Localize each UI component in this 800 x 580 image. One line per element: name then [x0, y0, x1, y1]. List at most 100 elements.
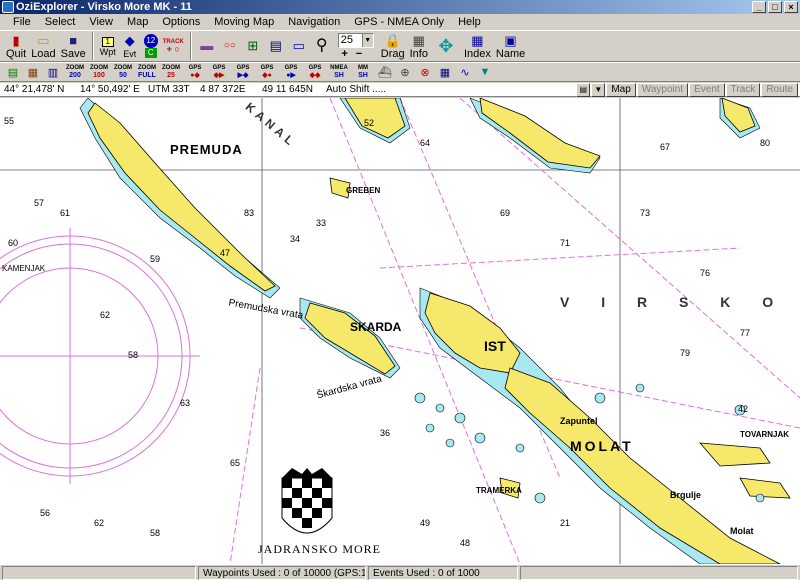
zoom-control: 25 ▼ +−: [337, 32, 374, 60]
menu-help[interactable]: Help: [451, 14, 488, 30]
magnifier-icon: ⚲: [315, 37, 328, 54]
zoom-25-button[interactable]: ZOOM 25: [160, 63, 182, 81]
menu-map[interactable]: Map: [120, 14, 155, 30]
load-button[interactable]: ▭ Load: [29, 31, 57, 61]
label-zapuntel: Zapuntel: [560, 416, 598, 426]
save-button[interactable]: ■ Save: [59, 31, 88, 61]
map-icon[interactable]: ▤: [4, 63, 22, 81]
latitude-readout: 44° 21,478' N: [4, 84, 65, 95]
name-button[interactable]: ▣ Name: [494, 31, 527, 61]
label-skarda: SKARDA: [350, 320, 402, 334]
depth-label: 69: [500, 208, 511, 218]
depth-label: 58: [128, 350, 139, 360]
depth-label: 76: [700, 268, 711, 278]
event-button[interactable]: ◆ Evt: [119, 31, 141, 61]
depth-label: 58: [150, 528, 161, 538]
track-number-icon: 12: [143, 34, 158, 48]
map-grid-icon[interactable]: ▦: [24, 63, 42, 81]
waypoint-button[interactable]: 1 Wpt: [98, 31, 118, 61]
separator: [189, 32, 192, 60]
depth-label: 59: [150, 254, 161, 264]
waypoints-used: Waypoints Used : 0 of 10000 (GPS:1000): [198, 566, 366, 580]
title-bar: OziExplorer - Virsko More MK - 11 _ □ ×: [0, 0, 800, 14]
zoom-50-button[interactable]: ZOOM 50: [112, 63, 134, 81]
separator: [91, 32, 94, 60]
close-button[interactable]: ×: [784, 1, 798, 13]
pan-button[interactable]: ✥: [431, 31, 461, 61]
island-premuda: [87, 102, 276, 292]
index-icon: ▦: [471, 32, 484, 48]
depth-label: 36: [380, 428, 391, 438]
depth-label: 47: [220, 248, 231, 258]
quit-button[interactable]: ▮ Quit: [4, 31, 28, 61]
island-ist: [424, 292, 521, 374]
line-button[interactable]: ▭: [288, 31, 310, 61]
zoom-100-button[interactable]: ZOOM 100: [88, 63, 110, 81]
target-icon[interactable]: ⊕: [396, 63, 414, 81]
depth-label: 33: [316, 218, 327, 228]
status-bar: Waypoints Used : 0 of 10000 (GPS:1000) E…: [0, 564, 800, 580]
mode-waypoint[interactable]: Waypoint: [636, 83, 689, 97]
maximize-button[interactable]: □: [768, 1, 782, 13]
gps-1-button[interactable]: GPS ●◆: [184, 63, 206, 81]
nmea-button[interactable]: NMEA SH: [328, 63, 350, 81]
ship-icon[interactable]: ⛴: [376, 63, 394, 81]
wpt-list-button[interactable]: ▤: [265, 31, 287, 61]
label-molat: MOLAT: [570, 438, 634, 454]
mode-route[interactable]: Route: [761, 83, 798, 97]
menu-gps-nmea[interactable]: GPS - NMEA Only: [347, 14, 451, 30]
zoom-200-button[interactable]: ZOOM 200: [64, 63, 86, 81]
print-icon[interactable]: ▤: [576, 83, 591, 97]
track-button[interactable]: TRACK + ○: [161, 31, 186, 61]
gps-2-button[interactable]: GPS ◆▶: [208, 63, 230, 81]
gps-6-button[interactable]: GPS ◆◆: [304, 63, 326, 81]
menu-file[interactable]: File: [6, 14, 38, 30]
zoom-plus-minus[interactable]: +−: [341, 48, 370, 60]
menu-view[interactable]: View: [82, 14, 120, 30]
save-map-icon[interactable]: ▼: [591, 83, 606, 97]
drag-button[interactable]: 🔒 Drag: [379, 31, 407, 61]
depth-label: 63: [180, 398, 191, 408]
label-brgulje: Brgulje: [670, 490, 702, 500]
autoshift-status: Auto Shift .....: [326, 84, 387, 95]
menu-moving-map[interactable]: Moving Map: [207, 14, 281, 30]
waypoint-icon: 1: [101, 37, 114, 47]
mode-track[interactable]: Track: [725, 83, 761, 97]
window-title: OziExplorer - Virsko More MK - 11: [16, 1, 192, 13]
mode-map[interactable]: Map: [606, 83, 636, 97]
antenna-icon[interactable]: ▼: [476, 63, 494, 81]
stop-icon[interactable]: ⊗: [416, 63, 434, 81]
zoom-full-button[interactable]: ZOOM FULL: [136, 63, 158, 81]
depth-label: 79: [680, 348, 691, 358]
route-button[interactable]: ⊞: [242, 31, 264, 61]
show-track-button[interactable]: ▬: [196, 31, 218, 61]
depth-label: 71: [560, 238, 571, 248]
info-button[interactable]: ▦ Info: [408, 31, 430, 61]
zoom-select[interactable]: 25 ▼: [337, 32, 374, 48]
track-number-button[interactable]: 12 C: [142, 31, 160, 61]
depth-label: 64: [420, 138, 431, 148]
graph-icon[interactable]: ∿: [456, 63, 474, 81]
mode-event[interactable]: Event: [689, 83, 725, 97]
nautical-chart[interactable]: PREMUDA SKARDA IST MOLAT V I R S K O KAN…: [0, 98, 800, 564]
table-icon[interactable]: ▦: [436, 63, 454, 81]
menu-navigation[interactable]: Navigation: [281, 14, 347, 30]
depth-label: 65: [230, 458, 241, 468]
coat-of-arms: [281, 468, 333, 534]
minimize-button[interactable]: _: [752, 1, 766, 13]
app-icon: [2, 1, 14, 13]
find-button[interactable]: ⚲: [311, 31, 333, 61]
disk-icon: ■: [69, 32, 78, 48]
status-panel-right: [520, 566, 798, 580]
menu-options[interactable]: Options: [155, 14, 207, 30]
menu-select[interactable]: Select: [38, 14, 83, 30]
gps-3-button[interactable]: GPS ▶◆: [232, 63, 254, 81]
gps-4-button[interactable]: GPS ◆●: [256, 63, 278, 81]
gps-5-button[interactable]: GPS ●▶: [280, 63, 302, 81]
show-waypoints-button[interactable]: ○○: [219, 31, 241, 61]
mode-buttons: ▤ ▼ Map Waypoint Event Track Route: [576, 83, 798, 97]
index-button[interactable]: ▦ Index: [462, 31, 493, 61]
depth-label: 62: [94, 518, 105, 528]
map-tools-icon[interactable]: ▥: [44, 63, 62, 81]
mm-button[interactable]: MM SH: [352, 63, 374, 81]
